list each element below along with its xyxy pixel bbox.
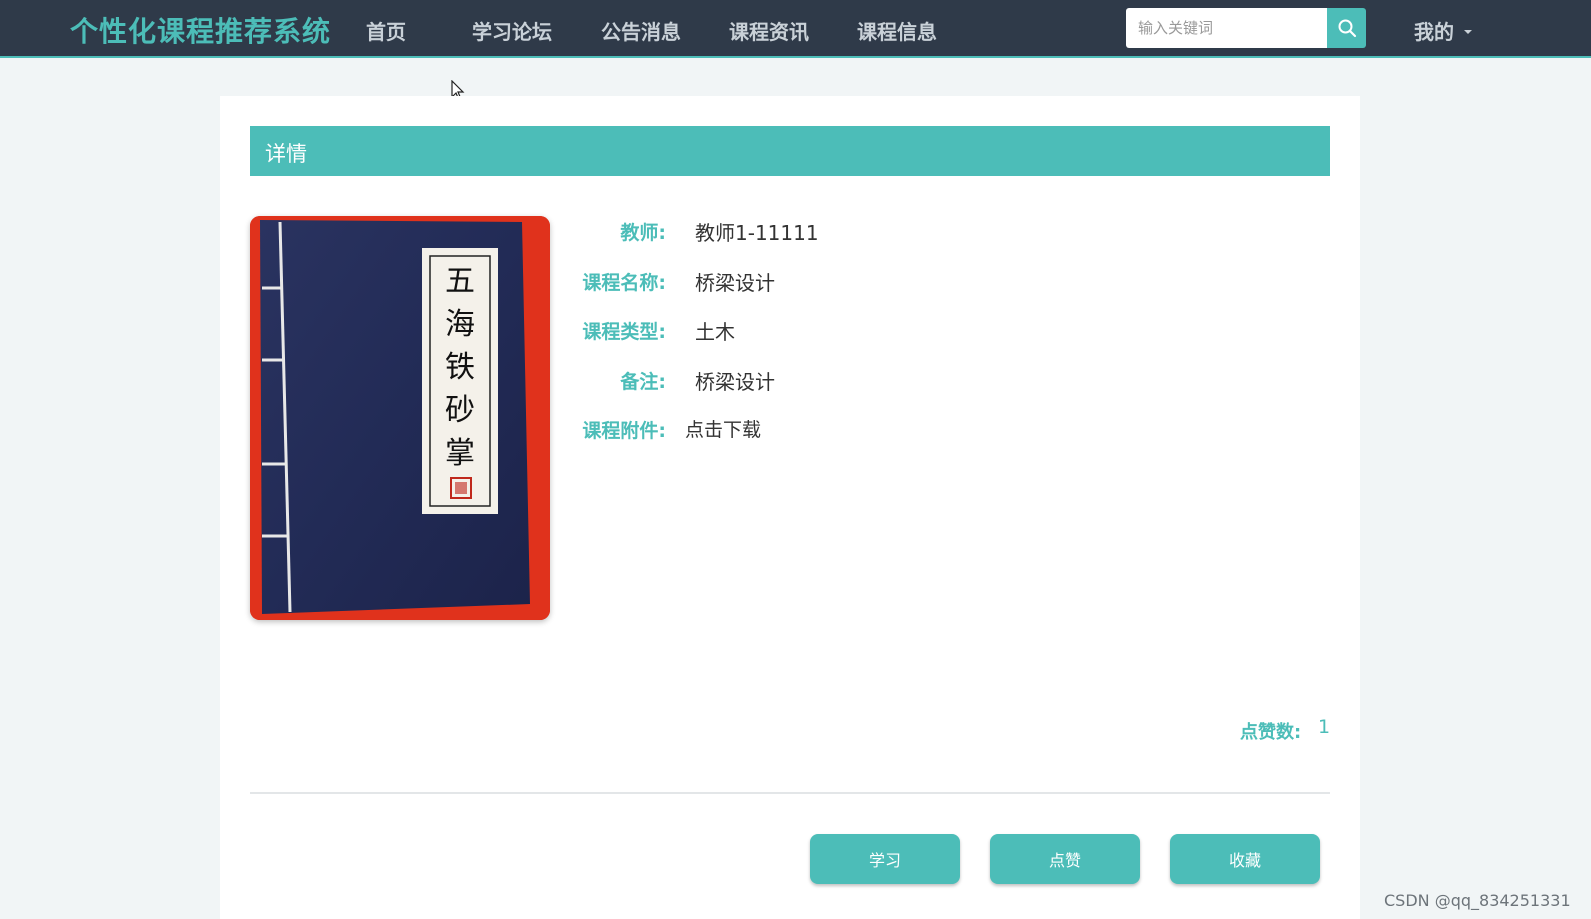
user-menu-label: 我的 — [1414, 20, 1454, 44]
search-button[interactable] — [1327, 8, 1366, 48]
teacher-label: 教师: — [620, 222, 666, 244]
course-name-label: 课程名称: — [582, 272, 666, 294]
detail-card: 详情 五 海 铁 砂 掌 教师: 教师1-11111 课程名称: 桥梁设计 课程… — [220, 96, 1360, 919]
course-type-value: 土木 — [695, 320, 735, 344]
nav-home[interactable]: 首页 — [366, 16, 406, 45]
nav-course-info[interactable]: 课程信息 — [857, 16, 937, 45]
course-type-label: 课程类型: — [582, 321, 666, 343]
download-link[interactable]: 点击下载 — [685, 415, 761, 442]
site-logo[interactable]: 个性化课程推荐系统 — [70, 10, 331, 50]
cover-char-2: 海 — [445, 307, 475, 342]
nav-forum[interactable]: 学习论坛 — [472, 16, 552, 45]
cover-char-1: 五 — [445, 264, 475, 299]
divider — [250, 792, 1330, 794]
section-title: 详情 — [265, 142, 307, 166]
search-icon — [1338, 19, 1356, 38]
remark-value: 桥梁设计 — [695, 370, 775, 394]
cover-char-3: 铁 — [445, 350, 475, 385]
book-illustration: 五 海 铁 砂 掌 — [250, 216, 550, 620]
remark-label: 备注: — [620, 371, 666, 393]
course-cover-image: 五 海 铁 砂 掌 — [250, 216, 550, 620]
like-button[interactable]: 点赞 — [990, 834, 1140, 884]
course-name-value: 桥梁设计 — [695, 271, 775, 295]
cover-char-4: 砂 — [445, 393, 475, 428]
likes-count: 1 — [1318, 716, 1331, 738]
nav-announcements[interactable]: 公告消息 — [601, 16, 681, 45]
section-header: 详情 — [250, 126, 1330, 176]
attachment-label: 课程附件: — [582, 420, 666, 442]
user-menu[interactable]: 我的 — [1414, 16, 1472, 45]
caret-down-icon — [1464, 29, 1472, 34]
search-input[interactable] — [1126, 8, 1327, 48]
teacher-value: 教师1-11111 — [695, 221, 819, 245]
cover-char-5: 掌 — [445, 436, 475, 471]
likes-label: 点赞数: — [1240, 722, 1302, 743]
nav-course-news[interactable]: 课程资讯 — [729, 16, 809, 45]
favorite-button[interactable]: 收藏 — [1170, 834, 1320, 884]
top-navbar: 个性化课程推荐系统 首页 学习论坛 公告消息 课程资讯 课程信息 我的 — [0, 0, 1591, 58]
watermark: CSDN @qq_834251331 — [1384, 891, 1571, 910]
study-button[interactable]: 学习 — [810, 834, 960, 884]
